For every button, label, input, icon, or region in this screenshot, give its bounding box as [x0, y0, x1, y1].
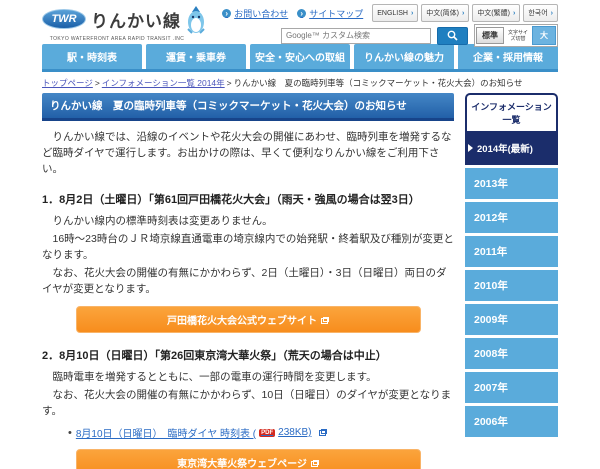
- lang-english-button[interactable]: ENGLISH: [372, 4, 418, 22]
- circle-arrow-icon: [222, 9, 231, 18]
- button-label: 戸田橋花火大会公式ウェブサイト: [167, 316, 317, 327]
- site-subtitle: TOKYO WATERFRONT AREA RAPID TRANSIT .INC: [42, 36, 192, 42]
- sitemap-link-label: サイトマップ: [309, 7, 363, 20]
- breadcrumb-parent-link[interactable]: インフォメーション一覧 2014年: [102, 78, 225, 88]
- external-link-icon: [321, 317, 329, 324]
- main: りんかい線 夏の臨時列車等（コミックマーケット・花火大会）のお知らせ りんかい線…: [42, 93, 558, 469]
- breadcrumb-separator: >: [227, 78, 232, 88]
- lang-korean-button[interactable]: 한국어: [523, 4, 558, 22]
- section-2-paragraph: なお、花火大会の開催の有無にかかわらず、10日（日曜日）のダイヤが変更となります…: [42, 387, 454, 419]
- site-logo[interactable]: TWR りんかい線 TOKYO WATERFRONT AREA RAPID TR…: [42, 3, 206, 42]
- chevron-right-icon: [411, 10, 413, 17]
- nav-safety[interactable]: 安全・安心への取組: [250, 44, 350, 69]
- header-search-bar: 標準 文字サイズ切替 大: [281, 24, 558, 47]
- nav-corporate-recruit[interactable]: 企業・採用情報: [458, 44, 558, 69]
- chevron-right-icon: [462, 10, 464, 17]
- section-1-paragraph: りんかい線内の標準時刻表は変更ありません。: [42, 213, 454, 229]
- lang-label: 中文(简体): [426, 8, 459, 18]
- pdf-size-label: 238KB): [278, 427, 311, 438]
- nav-attraction[interactable]: りんかい線の魅力: [354, 44, 454, 69]
- breadcrumb: トップページ>インフォメーション一覧 2014年>りんかい線 夏の臨時列車等（コ…: [42, 77, 558, 89]
- pdf-link-label: 8月10日（日曜日） 臨時ダイヤ 時刻表 (: [76, 425, 256, 440]
- button-label: 東京湾大華火祭ウェブページ: [177, 459, 307, 469]
- header-utility-bar: お問い合わせ サイトマップ ENGLISH 中文(简体) 中文(繁體): [222, 4, 558, 22]
- lang-chinese-traditional-button[interactable]: 中文(繁體): [472, 4, 520, 22]
- sidebar-item-2012[interactable]: 2012年: [465, 202, 558, 233]
- lang-label: 한국어: [528, 8, 547, 18]
- breadcrumb-home-link[interactable]: トップページ: [42, 78, 93, 88]
- nav-fares-tickets[interactable]: 運賃・乗車券: [146, 44, 246, 69]
- site-title: りんかい線: [91, 7, 181, 32]
- search-icon: [447, 30, 458, 41]
- section-2-paragraph: 臨時電車を増発するとともに、一部の電車の運行時間を変更します。: [42, 369, 454, 385]
- contact-link[interactable]: お問い合わせ: [222, 7, 288, 20]
- breadcrumb-separator: >: [95, 78, 100, 88]
- language-switcher: ENGLISH 中文(简体) 中文(繁體) 한국어: [372, 4, 558, 22]
- lang-chinese-simplified-button[interactable]: 中文(简体): [421, 4, 469, 22]
- lang-label: 中文(繁體): [477, 8, 510, 18]
- pdf-link-row: 8月10日（日曜日） 臨時ダイヤ 時刻表 ( PDF 238KB): [68, 425, 454, 440]
- sidebar-item-2009[interactable]: 2009年: [465, 304, 558, 335]
- section-2-heading: 2．8月10日（日曜日）「第26回東京湾大華火祭」（荒天の場合は中止）: [42, 347, 454, 363]
- arrow-right-icon: [468, 144, 473, 152]
- font-size-switch-label: 文字サイズ切替: [506, 30, 530, 42]
- nav-stations-timetable[interactable]: 駅・時刻表: [42, 44, 142, 69]
- chevron-right-icon: [513, 10, 515, 17]
- section-1-paragraph: なお、花火大会の開催の有無にかかわらず、2日（土曜日）・3日（日曜日）両日のダイ…: [42, 265, 454, 297]
- lang-label: ENGLISH: [377, 10, 408, 17]
- search-input[interactable]: [281, 28, 431, 44]
- page: TWR りんかい線 TOKYO WATERFRONT AREA RAPID TR…: [42, 0, 558, 469]
- intro-paragraph: りんかい線では、沿線のイベントや花火大会の開催にあわせ、臨時列車を増発するなど臨…: [42, 129, 454, 177]
- sidebar-item-2013[interactable]: 2013年: [465, 168, 558, 199]
- tokyo-bay-fireworks-page-button[interactable]: 東京湾大華火祭ウェブページ: [76, 449, 421, 469]
- sitemap-link[interactable]: サイトマップ: [297, 7, 363, 20]
- timetable-pdf-link[interactable]: 8月10日（日曜日） 臨時ダイヤ 時刻表 ( PDF 238KB): [76, 425, 327, 440]
- font-size-large-button[interactable]: 大: [532, 26, 556, 45]
- external-link-icon: [311, 460, 319, 467]
- external-link-icon: [319, 429, 327, 436]
- breadcrumb-current: りんかい線 夏の臨時列車等（コミックマーケット・花火大会）のお知らせ: [234, 78, 523, 88]
- sidebar-item-2007[interactable]: 2007年: [465, 372, 558, 403]
- sidebar-item-2008[interactable]: 2008年: [465, 338, 558, 369]
- sidebar-item-2006[interactable]: 2006年: [465, 406, 558, 437]
- section-1-paragraph: 16時～23時台のＪＲ埼京線直通電車の埼京線内での始発駅・終着駅及び種別が変更と…: [42, 231, 454, 263]
- page-title: りんかい線 夏の臨時列車等（コミックマーケット・花火大会）のお知らせ: [42, 93, 454, 121]
- circle-arrow-icon: [297, 9, 306, 18]
- font-size-switcher: 標準 文字サイズ切替 大: [474, 24, 558, 47]
- article: りんかい線 夏の臨時列車等（コミックマーケット・花火大会）のお知らせ りんかい線…: [42, 93, 454, 469]
- sidebar-item-label: 2014年(最新): [477, 141, 533, 155]
- font-size-standard-button[interactable]: 標準: [476, 27, 504, 44]
- section-1-heading: 1．8月2日（土曜日）「第61回戸田橋花火大会」（雨天・強風の場合は翌3日）: [42, 191, 454, 207]
- twr-logo-badge: TWR: [42, 9, 86, 29]
- sidebar-item-2011[interactable]: 2011年: [465, 236, 558, 267]
- information-sidebar: インフォメーション一覧 2014年(最新) 2013年 2012年 2011年 …: [465, 93, 558, 437]
- chevron-right-icon: [551, 10, 553, 17]
- sidebar-title: インフォメーション一覧: [465, 93, 558, 131]
- search-button[interactable]: [437, 27, 468, 45]
- header: TWR りんかい線 TOKYO WATERFRONT AREA RAPID TR…: [42, 0, 558, 44]
- pdf-icon: PDF: [259, 429, 275, 437]
- sidebar-item-2014[interactable]: 2014年(最新): [465, 131, 558, 165]
- contact-link-label: お問い合わせ: [234, 7, 288, 20]
- mascot-icon: [186, 5, 206, 35]
- global-nav: 駅・時刻表 運賃・乗車券 安全・安心への取組 りんかい線の魅力 企業・採用情報: [42, 44, 558, 72]
- sidebar-item-2010[interactable]: 2010年: [465, 270, 558, 301]
- bullet-icon: [68, 427, 72, 439]
- todabashi-fireworks-site-button[interactable]: 戸田橋花火大会公式ウェブサイト: [76, 306, 421, 333]
